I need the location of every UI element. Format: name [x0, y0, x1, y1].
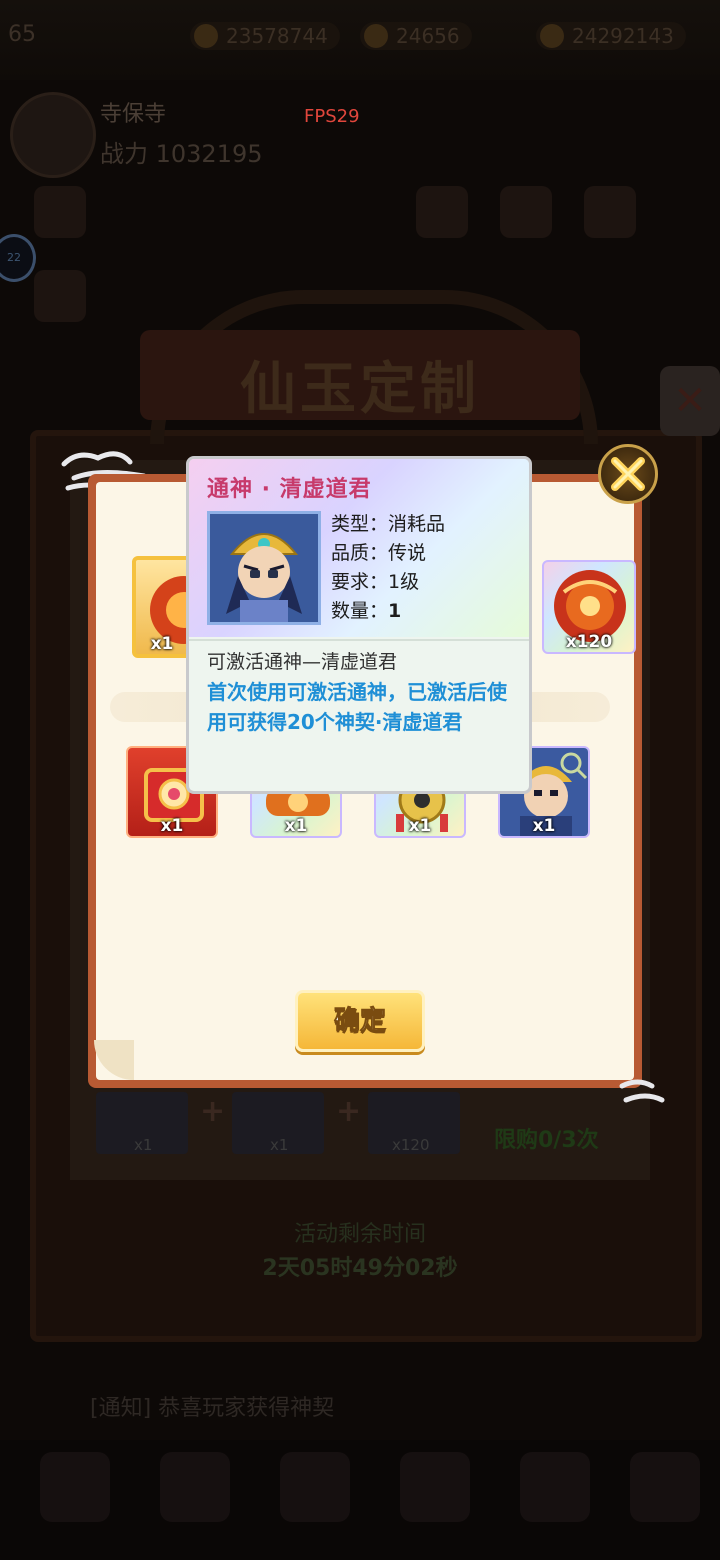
event-icon[interactable]: [500, 186, 552, 238]
tooltip-effect-text: 首次使用可激活通神，已激活后使用可获得20个神契·清虚道君: [207, 680, 507, 734]
bundle-qty: x120: [392, 1136, 430, 1154]
gold-counter: 23578744: [190, 22, 340, 50]
type-label: 类型：: [331, 513, 389, 535]
item-qty: x120: [565, 632, 613, 652]
nav-icon[interactable]: [40, 1452, 110, 1522]
event-icon[interactable]: [416, 186, 468, 238]
tooltip-count-row: 数量：1: [331, 596, 401, 623]
item-qty: x1: [160, 816, 184, 836]
type-value: 消耗品: [388, 513, 446, 535]
item-qty: x1: [150, 634, 174, 654]
quality-label: 品质：: [331, 542, 389, 564]
confirm-button[interactable]: 确定: [295, 990, 425, 1052]
ingot-counter: 24656: [360, 22, 472, 50]
plus-icon: +: [336, 1094, 362, 1129]
fps-counter: FPS29: [304, 106, 360, 127]
bundle-qty: x1: [134, 1136, 153, 1154]
event-title: 仙玉定制: [240, 357, 480, 422]
top-resource-bar: 65 23578744 24656 24292143: [0, 0, 720, 80]
tooltip-title: 通神 · 清虚道君: [207, 477, 372, 502]
quality-value: 传说: [388, 542, 427, 564]
confirm-label: 确定: [333, 1006, 386, 1037]
count-value: 1: [388, 600, 402, 622]
news-ticker: [通知] 恭喜玩家获得神契: [90, 1396, 335, 1421]
close-button[interactable]: [598, 444, 658, 504]
bottom-nav: [0, 1440, 720, 1560]
jade-counter: 24292143: [536, 22, 686, 50]
player-power: 战力 1032195: [100, 140, 263, 168]
player-level: 65: [8, 22, 36, 47]
selected-reward-icon[interactable]: x1: [132, 556, 192, 658]
magnifier-icon: [560, 752, 588, 780]
requirement-value: 1级: [388, 571, 420, 593]
item-qty: x1: [284, 816, 308, 836]
menu-icon[interactable]: [34, 186, 86, 238]
fire-orb-icon[interactable]: x120: [542, 560, 636, 654]
tooltip-hero-portrait-icon: [207, 511, 321, 625]
requirement-label: 要求：: [331, 571, 389, 593]
item-qty: x1: [408, 816, 432, 836]
bundle-qty: x1: [270, 1136, 289, 1154]
nav-icon[interactable]: [160, 1452, 230, 1522]
event-close-button[interactable]: ✕: [660, 366, 720, 436]
player-avatar[interactable]: [10, 92, 96, 178]
item-tooltip: 通神 · 清虚道君 类型：消耗品 品质：传说 要求：1级 数量：1 可激活通神—…: [186, 456, 532, 794]
event-banner: 仙玉定制: [140, 330, 580, 422]
side-badge[interactable]: 22: [0, 234, 36, 282]
cloud-ornament-icon: [619, 1079, 665, 1103]
item-qty: x1: [532, 816, 556, 836]
remaining-label: 活动剩余时间: [293, 1222, 426, 1247]
nav-icon[interactable]: [400, 1452, 470, 1522]
hero-portrait-art: [210, 514, 318, 622]
menu-icon[interactable]: [34, 270, 86, 322]
remaining-time: 2天05时49分02秒: [262, 1256, 458, 1281]
nav-icon[interactable]: [630, 1452, 700, 1522]
event-icon[interactable]: [584, 186, 636, 238]
count-label: 数量：: [331, 600, 389, 622]
tooltip-divider: [189, 639, 529, 641]
tooltip-type-row: 类型：消耗品: [331, 509, 445, 536]
close-icon: [611, 457, 645, 491]
plus-icon: +: [200, 1094, 226, 1129]
tooltip-quality-row: 品质：传说: [331, 538, 426, 565]
tooltip-description: 可激活通神—清虚道君: [207, 651, 398, 673]
tooltip-requirement-row: 要求：1级: [331, 567, 419, 594]
nav-icon[interactable]: [520, 1452, 590, 1522]
nav-icon[interactable]: [280, 1452, 350, 1522]
player-name: 寺保寺: [100, 102, 167, 127]
purchase-limit: 限购0/3次: [494, 1128, 599, 1153]
